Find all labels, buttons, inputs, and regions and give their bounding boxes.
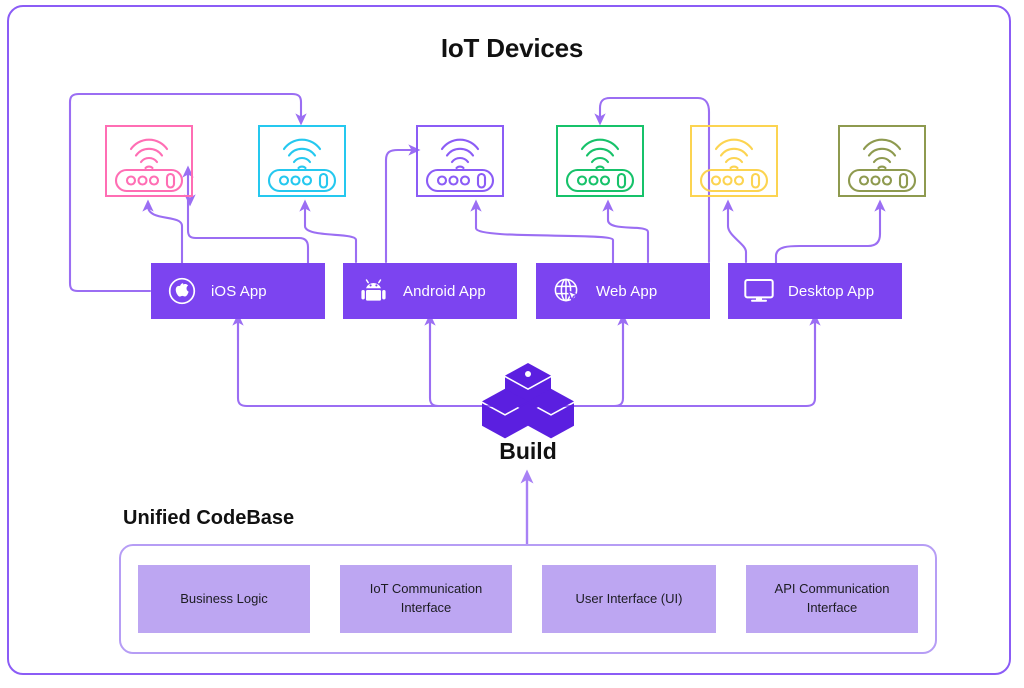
app-label-web: Web App xyxy=(596,282,658,300)
iot-device-cyan[interactable] xyxy=(258,125,346,197)
codebase-title: Unified CodeBase xyxy=(123,507,295,529)
codebase-panel: Business Logic IoT Communication Interfa… xyxy=(119,544,937,654)
android-icon xyxy=(359,276,389,306)
monitor-icon xyxy=(744,276,774,306)
diagram-canvas: IoT Devices iOS App Android App Web App … xyxy=(0,0,1024,688)
wifi-router-icon xyxy=(107,127,191,195)
iot-device-olive[interactable] xyxy=(838,125,926,197)
app-bar-ios[interactable]: iOS App xyxy=(151,263,325,319)
iot-device-purple[interactable] xyxy=(416,125,504,197)
page-title: IoT Devices xyxy=(440,33,584,63)
app-bar-web[interactable]: Web App xyxy=(536,263,710,319)
app-bar-desktop[interactable]: Desktop App xyxy=(728,263,902,319)
module-label: IoT Communication Interface xyxy=(369,581,483,615)
module-label: Business Logic xyxy=(180,590,268,606)
iot-device-yellow[interactable] xyxy=(690,125,778,197)
codebase-module-business-logic[interactable]: Business Logic xyxy=(138,565,310,633)
apple-icon xyxy=(167,276,197,306)
build-cubes-icon[interactable] xyxy=(481,361,575,439)
codebase-module-api-communication[interactable]: API Communication Interface xyxy=(746,565,918,633)
wifi-router-icon xyxy=(260,127,344,195)
iot-device-pink[interactable] xyxy=(105,125,193,197)
app-label-android: Android App xyxy=(403,282,486,300)
iot-device-green[interactable] xyxy=(556,125,644,197)
app-label-desktop: Desktop App xyxy=(788,282,875,300)
module-label: User Interface (UI) xyxy=(575,590,683,606)
wifi-router-icon xyxy=(558,127,642,195)
build-label: Build xyxy=(499,438,557,464)
wifi-router-icon xyxy=(692,127,776,195)
app-bar-android[interactable]: Android App xyxy=(343,263,517,319)
codebase-module-iot-communication[interactable]: IoT Communication Interface xyxy=(340,565,512,633)
wifi-router-icon xyxy=(418,127,502,195)
globe-cursor-icon xyxy=(552,276,582,306)
app-label-ios: iOS App xyxy=(211,282,267,300)
wifi-router-icon xyxy=(840,127,924,195)
codebase-module-user-interface[interactable]: User Interface (UI) xyxy=(542,565,716,633)
module-label: API Communication Interface xyxy=(774,581,890,615)
